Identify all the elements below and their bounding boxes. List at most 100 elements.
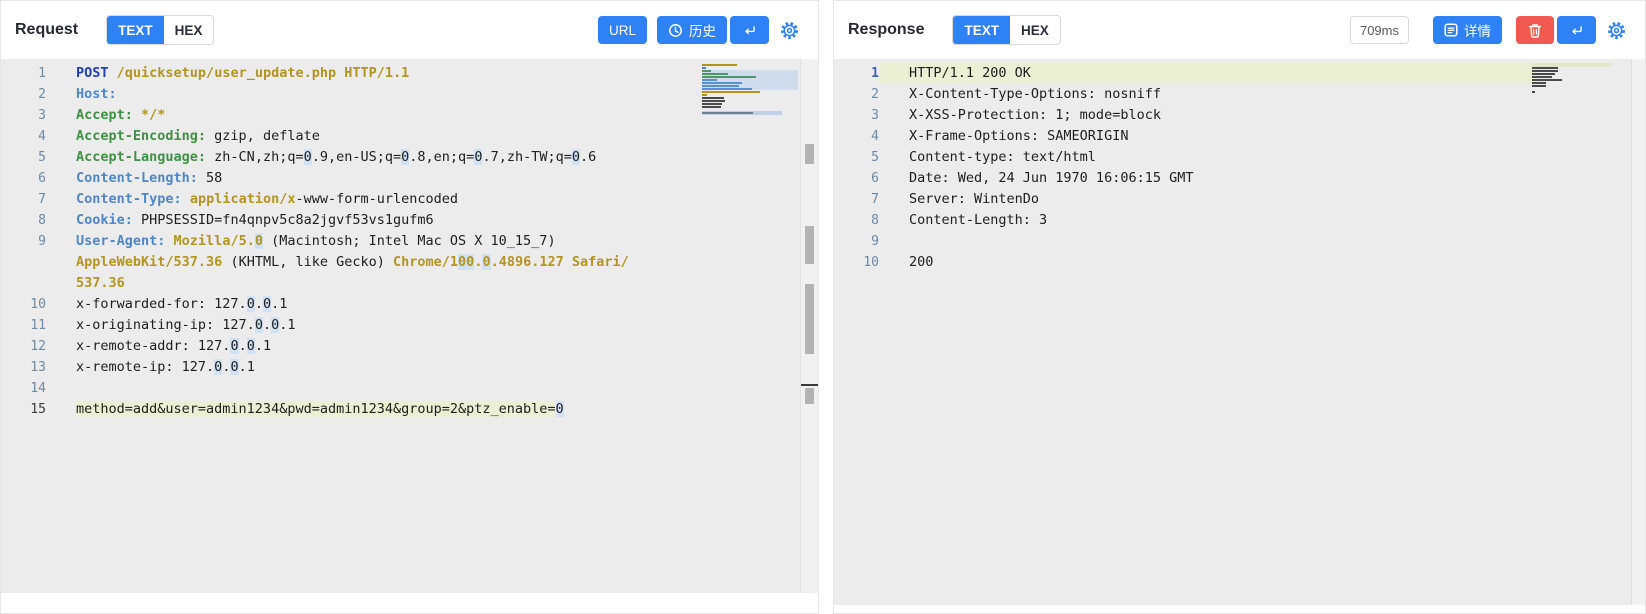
response-panel: Response TEXT HEX 709ms 详情 1 HTTP/1.1 20… (833, 0, 1646, 614)
code-line: 8 Content-Length: 3 (834, 210, 1645, 231)
line-number: 5 (871, 150, 879, 165)
ruler-mark (805, 226, 814, 264)
line-number: 1 (38, 66, 46, 81)
response-scrollbar-ruler[interactable] (1631, 59, 1645, 605)
code-line: 9 User-Agent: Mozilla/5.0 (Macintosh; Int… (1, 231, 818, 252)
code-line: 6 Content-Length: 58 (1, 168, 818, 189)
line-content: x-remote-ip: 127.0.0.1 (76, 359, 255, 375)
line-content: Date: Wed, 24 Jun 1970 16:06:15 GMT (909, 170, 1194, 186)
line-content: Server: WintenDo (909, 191, 1040, 207)
code-line: 13 x-remote-ip: 127.0.0.1 (1, 357, 818, 378)
line-content: X-XSS-Protection: 1; mode=block (909, 107, 1161, 123)
line-number: 11 (30, 318, 46, 333)
request-settings-gear-icon[interactable] (779, 20, 800, 41)
line-number: 8 (38, 213, 46, 228)
line-content: Accept-Encoding: gzip, deflate (76, 128, 320, 144)
ruler-cursor-mark (801, 384, 818, 386)
clock-icon (668, 23, 683, 38)
line-number: 12 (30, 339, 46, 354)
code-line: 5 Content-type: text/html (834, 147, 1645, 168)
enter-icon (742, 23, 757, 38)
line-number: 2 (38, 87, 46, 102)
request-minimap[interactable] (702, 64, 798, 115)
http-packet-view: Request TEXT HEX URL 历史 1 POST /quickset… (0, 0, 1646, 614)
response-editor[interactable]: 1 HTTP/1.1 200 OK 2 X-Content-Type-Options:… (834, 59, 1645, 605)
line-number: 14 (30, 381, 46, 396)
line-content: Host: (76, 86, 117, 102)
line-content (879, 231, 909, 252)
line-number (1, 273, 46, 294)
history-button[interactable]: 历史 (657, 16, 727, 44)
line-number: 8 (871, 213, 879, 228)
code-line: 10 200 (834, 252, 1645, 273)
trash-icon (1528, 23, 1542, 38)
line-content: User-Agent: Mozilla/5.0 (Macintosh; Inte… (76, 233, 556, 249)
line-content: Accept: */* (76, 107, 166, 123)
code-line: 7 Content-Type: application/x-www-form-ur… (1, 189, 818, 210)
tab-request-text[interactable]: TEXT (107, 16, 164, 44)
line-number: 6 (38, 171, 46, 186)
line-content: x-originating-ip: 127.0.0.1 (76, 317, 296, 333)
tab-response-hex[interactable]: HEX (1009, 16, 1060, 44)
code-line: 14 (1, 378, 818, 399)
line-content: POST /quicksetup/user_update.php HTTP/1.… (76, 65, 410, 81)
code-line: 3 Accept: */* (1, 105, 818, 126)
line-number: 4 (871, 129, 879, 144)
line-content: X-Frame-Options: SAMEORIGIN (909, 128, 1129, 144)
line-content: Content-Length: 3 (909, 212, 1048, 228)
line-content: x-remote-addr: 127.0.0.1 (76, 338, 272, 354)
send-enter-button[interactable] (730, 16, 769, 44)
line-content: x-forwarded-for: 127.0.0.1 (76, 296, 288, 312)
code-line: 3 X-XSS-Protection: 1; mode=block (834, 105, 1645, 126)
line-number: 7 (38, 192, 46, 207)
request-title: Request (15, 21, 79, 38)
send-enter-button[interactable] (1557, 16, 1596, 44)
line-number: 5 (38, 150, 46, 165)
code-line: 2 Host: (1, 84, 818, 105)
line-number: 2 (871, 87, 879, 102)
code-line: 15 method=add&user=admin1234&pwd=admin123… (1, 399, 818, 420)
ruler-mark (805, 284, 814, 354)
code-line: 1 POST /quicksetup/user_update.php HTTP/1… (1, 63, 818, 84)
line-content: Content-Type: application/x-www-form-url… (76, 191, 459, 207)
line-content: method=add&user=admin1234&pwd=admin1234&… (76, 401, 564, 417)
url-button[interactable]: URL (597, 16, 647, 44)
tab-request-hex[interactable]: HEX (163, 16, 214, 44)
ruler-mark (805, 388, 814, 404)
line-number: 9 (871, 234, 879, 249)
code-line: AppleWebKit/537.36 (KHTML, like Gecko) C… (1, 252, 818, 273)
code-line: 6 Date: Wed, 24 Jun 1970 16:06:15 GMT (834, 168, 1645, 189)
response-header: Response TEXT HEX 709ms 详情 (834, 1, 1645, 59)
line-content: Accept-Language: zh-CN,zh;q=0.9,en-US;q=… (76, 149, 597, 165)
line-number: 1 (871, 66, 879, 81)
line-content: Cookie: PHPSESSID=fn4qnpv5c8a2jgvf53vs1g… (76, 212, 434, 228)
code-line: 11 x-originating-ip: 127.0.0.1 (1, 315, 818, 336)
code-line: 2 X-Content-Type-Options: nosniff (834, 84, 1645, 105)
code-line: 12 x-remote-addr: 127.0.0.1 (1, 336, 818, 357)
request-scrollbar-ruler[interactable] (800, 59, 818, 593)
tab-response-text[interactable]: TEXT (953, 16, 1010, 44)
response-text-hex-toggle: TEXT HEX (952, 15, 1061, 45)
line-content (46, 378, 76, 399)
code-line: 10 x-forwarded-for: 127.0.0.1 (1, 294, 818, 315)
history-button-label: 历史 (689, 24, 716, 39)
details-button[interactable]: 详情 (1433, 16, 1502, 44)
response-minimap[interactable] (1532, 63, 1628, 94)
request-text-hex-toggle: TEXT HEX (106, 15, 215, 45)
enter-icon (1569, 23, 1584, 38)
ruler-mark (805, 144, 814, 164)
request-editor[interactable]: 1 POST /quicksetup/user_update.php HTTP/1… (1, 59, 818, 593)
line-content: X-Content-Type-Options: nosniff (909, 86, 1161, 102)
code-line: 7 Server: WintenDo (834, 189, 1645, 210)
response-title: Response (848, 21, 925, 38)
response-settings-gear-icon[interactable] (1606, 20, 1627, 41)
request-code: 1 POST /quicksetup/user_update.php HTTP/1… (1, 63, 818, 420)
details-icon (1444, 23, 1458, 37)
line-number: 3 (38, 108, 46, 123)
code-line: 1 HTTP/1.1 200 OK (834, 63, 1645, 84)
latency-badge: 709ms (1349, 16, 1409, 44)
line-number: 10 (30, 297, 46, 312)
line-number: 4 (38, 129, 46, 144)
delete-button[interactable] (1516, 16, 1554, 44)
details-button-label: 详情 (1464, 24, 1491, 39)
